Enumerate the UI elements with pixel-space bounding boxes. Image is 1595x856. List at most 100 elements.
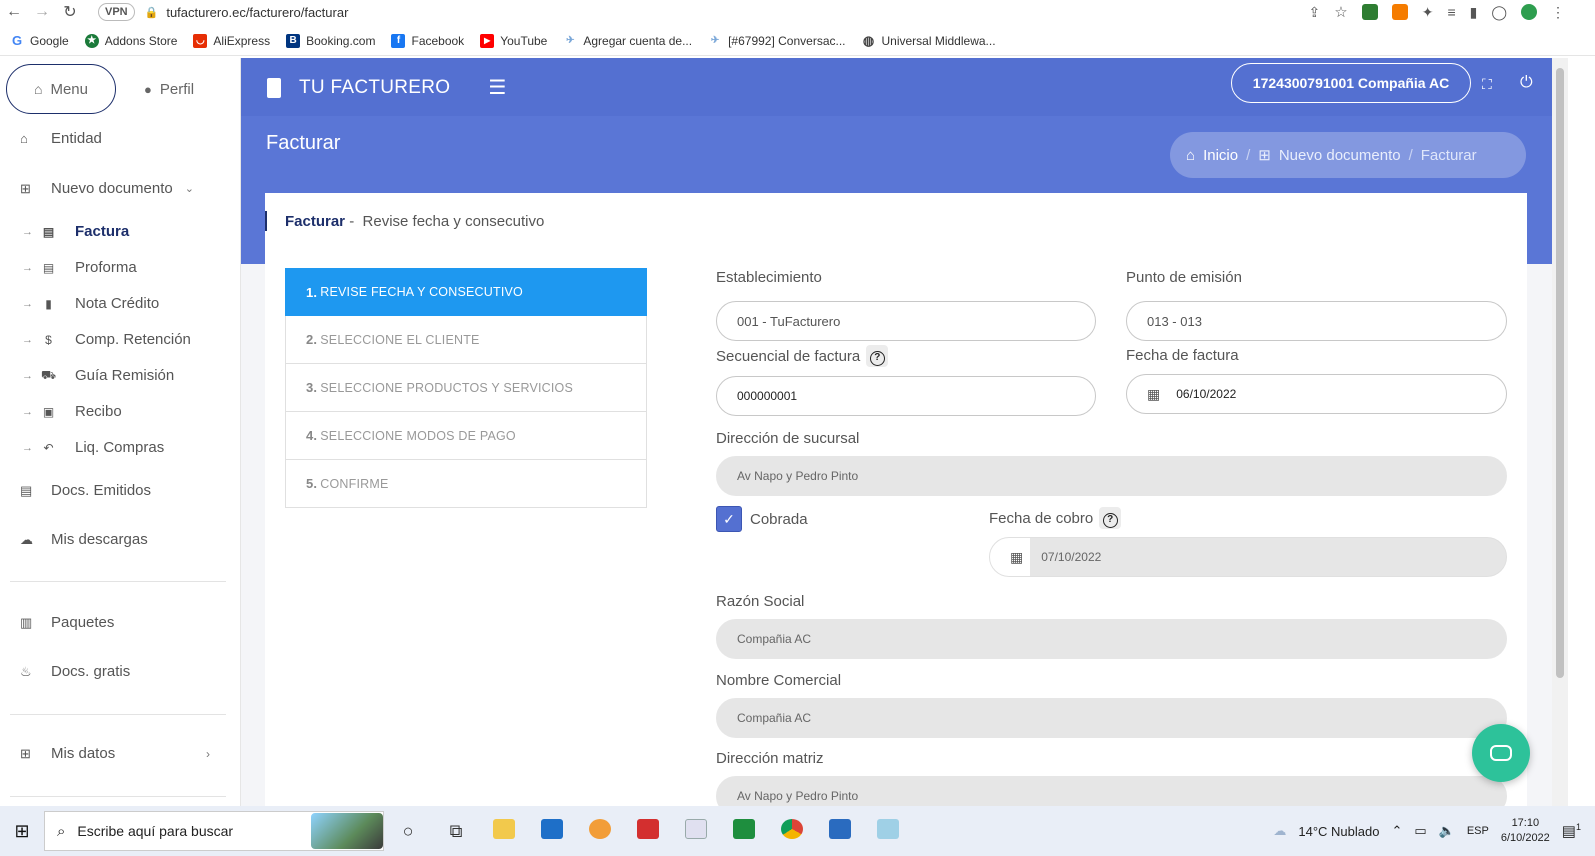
step-1[interactable]: 1. REVISE FECHA Y CONSECUTIVO [285,268,647,316]
bookmark-agregar-cuenta[interactable]: ✈ Agregar cuenta de... [563,34,692,48]
bookmark-facebook[interactable]: f Facebook [391,33,464,48]
photos-icon[interactable] [816,818,864,844]
chat-app-icon[interactable] [720,818,768,844]
playlist-icon[interactable]: ≡ [1447,4,1455,20]
bookmark-youtube[interactable]: ▶ YouTube [480,33,547,48]
step-3[interactable]: 3. SELECCIONE PRODUCTOS Y SERVICIOS [285,364,647,412]
bird-icon: ✈ [710,34,720,46]
receipt-icon: ▣ [42,404,55,419]
office-app-icon[interactable] [624,818,672,844]
perfil-tab[interactable]: ● Perfil [144,81,194,98]
cobrada-checkbox[interactable]: ✓ [716,506,742,532]
fecha-cobro-input[interactable]: ▦ 07/10/2022 [989,537,1507,577]
razon-social-input[interactable]: Compañia AC [716,619,1507,659]
shield-icon[interactable] [1521,4,1537,20]
addons-store-icon: ★ [84,33,99,48]
bookmark-aliexpress[interactable]: ◡ AliExpress [193,33,270,48]
sidebar-item-mis-descargas[interactable]: ☁ Mis descargas [0,531,240,548]
nombre-comercial-input[interactable]: Compañia AC [716,698,1507,738]
establecimiento-select[interactable]: 001 - TuFacturero [716,301,1096,341]
calendar-icon[interactable]: ▦ [1147,386,1160,403]
reload-icon[interactable]: ↻ [56,2,84,22]
sidebar-sub-nota-credito[interactable]: → ▮ Nota Crédito [0,295,240,312]
volume-icon[interactable]: 🔈 [1439,823,1455,839]
profile-icon[interactable]: ◯ [1491,4,1507,21]
bookmark-booking[interactable]: B Booking.com [286,33,375,48]
extension-icon[interactable] [1361,4,1378,20]
sidebar-sub-factura[interactable]: → ▤ Factura [0,223,240,240]
mail-icon[interactable] [528,818,576,844]
sidebar-sub-comp-retencion[interactable]: → $ Comp. Retención [0,331,240,348]
secuencial-input[interactable]: 000000001 [716,376,1096,416]
step-5[interactable]: 5. CONFIRME [285,460,647,508]
sidebar-sub-liq-compras[interactable]: → ↶ Liq. Compras [0,439,240,456]
brand[interactable]: TU FACTURERO ☰ [267,75,507,100]
hamburger-icon[interactable]: ☰ [488,75,506,100]
power-icon[interactable]: ⏻ [1520,74,1533,92]
vpn-badge[interactable]: VPN [98,3,135,21]
calendar-icon[interactable]: ▦ [1010,549,1023,566]
extension-icon[interactable] [1391,4,1408,20]
sidebar-item-paquetes[interactable]: ▥ Paquetes [0,614,240,631]
help-icon[interactable]: ? [1099,507,1122,529]
language-indicator[interactable]: ESP [1467,825,1489,837]
bookmark-addons-store[interactable]: ★ Addons Store [84,33,177,48]
sidebar-sub-guia-remision[interactable]: → ⛟ Guía Remisión [0,367,240,384]
task-view-icon[interactable]: ⧉ [432,821,480,842]
step-4[interactable]: 4. SELECCIONE MODOS DE PAGO [285,412,647,460]
fullscreen-icon[interactable]: ⛶ [1482,76,1492,93]
bookmark-google[interactable]: G Google [10,33,69,48]
cake-icon: ♨ [20,663,32,679]
taskbar-search[interactable]: ⌕ Escribe aquí para buscar [44,811,384,851]
sidebar-sub-proforma[interactable]: → ▤ Proforma [0,259,240,276]
direccion-matriz-input[interactable]: Av Napo y Pedro Pinto [716,776,1507,806]
file-explorer-icon[interactable] [480,818,528,844]
direccion-matriz-label: Dirección matriz [716,750,824,767]
sidebar-item-entidad[interactable]: ⌂ Entidad [0,130,240,147]
breadcrumb-inicio[interactable]: Inicio [1203,147,1238,164]
network-icon[interactable]: ▭ [1414,823,1426,839]
sidebar-item-docs-emitidos[interactable]: ▤ Docs. Emitidos [0,482,240,499]
browser-app-icon[interactable] [576,818,624,844]
chrome-icon[interactable] [768,818,816,844]
cortana-icon[interactable]: ○ [384,821,432,842]
more-icon[interactable]: ⋮ [1551,4,1565,21]
star-icon[interactable]: ☆ [1334,3,1347,21]
sidebar-item-nuevo-documento[interactable]: ⊞ Nuevo documento ⌄ [0,180,240,197]
breadcrumb: ⌂ Inicio / ⊞ Nuevo documento / Facturar [1170,132,1526,178]
snipping-icon[interactable] [672,818,720,844]
card-title-dash: - [345,212,363,230]
page-scrollbar[interactable] [1552,58,1568,806]
scrollbar-thumb[interactable] [1556,68,1564,678]
sidebar-sub-recibo[interactable]: → ▣ Recibo [0,403,240,420]
help-icon[interactable]: ? [866,345,889,367]
windows-start-icon[interactable]: ⊞ [0,821,44,842]
clock[interactable]: 17:10 6/10/2022 [1501,816,1550,846]
menu-tab[interactable]: ⌂ Menu [6,64,116,114]
step-2[interactable]: 2. SELECCIONE EL CLIENTE [285,316,647,364]
chat-button[interactable] [1472,724,1530,782]
breadcrumb-nuevo-documento[interactable]: Nuevo documento [1279,147,1401,164]
chevron-up-icon[interactable]: ⌃ [1391,823,1402,839]
address-bar[interactable]: tufacturero.ec/facturero/facturar [166,5,348,20]
punto-emision-select[interactable]: 013 - 013 [1126,301,1507,341]
bookmark-universal-middleware[interactable]: ◍ Universal Middlewa... [862,33,996,48]
direccion-sucursal-input[interactable]: Av Napo y Pedro Pinto [716,456,1507,496]
weather-text[interactable]: 14°C Nublado [1298,824,1379,839]
lock-icon[interactable]: 🔒 [145,6,159,19]
notepad-icon[interactable] [864,818,912,844]
puzzle-icon[interactable]: ✦ [1422,4,1434,21]
back-icon[interactable]: ← [0,3,28,21]
forward-icon[interactable]: → [28,3,56,21]
sidebar-item-mis-datos[interactable]: ⊞ Mis datos › [0,745,240,762]
share-icon[interactable]: ⇪ [1309,4,1321,21]
bookmark-conversacion[interactable]: ✈ [#67992] Conversac... [708,34,846,48]
sidebar-divider [10,796,226,797]
search-highlight-image [311,813,383,849]
notifications-icon[interactable]: ▤1 [1562,822,1581,840]
company-selector[interactable]: 1724300791001 Compañia AC [1231,63,1471,103]
fecha-factura-input[interactable]: ▦ 06/10/2022 [1126,374,1507,414]
sidepanel-icon[interactable]: ▮ [1470,4,1478,21]
page-title: Facturar [266,132,341,154]
sidebar-item-docs-gratis[interactable]: ♨ Docs. gratis [0,663,240,680]
